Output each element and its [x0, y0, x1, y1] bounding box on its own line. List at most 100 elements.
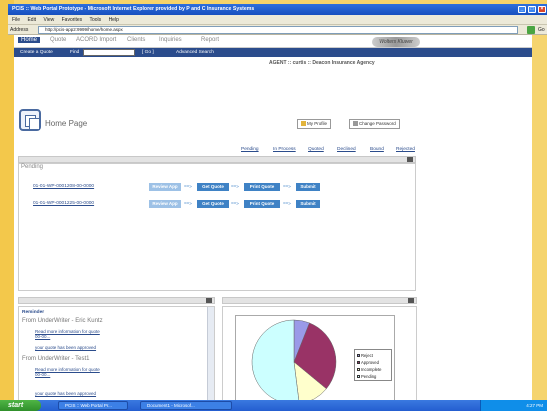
menu-bar: File Edit View Favorites Tools Help	[8, 15, 547, 25]
desktop-background-strip	[0, 0, 14, 411]
my-profile-label: My Profile	[307, 121, 328, 126]
print-quote-button[interactable]: Print Quote	[244, 183, 280, 191]
reminder-link[interactable]: your quote has been approved	[35, 345, 96, 350]
get-quote-button[interactable]: Get Quote	[197, 200, 229, 208]
menu-edit[interactable]: Edit	[27, 17, 36, 23]
agent-info: AGENT :: curtis :: Deacon Insurance Agen…	[269, 60, 375, 66]
reminder-link[interactable]: Read more information for quote 00-00...	[35, 367, 105, 377]
window-titlebar: PCIS :: Web Portal Prototype - Microsoft…	[8, 4, 547, 15]
review-app-button[interactable]: Review App	[149, 200, 181, 208]
chart-frame: Reject Approved Incomplete Pending	[235, 315, 395, 409]
go-button[interactable]: [ Go ]	[142, 48, 154, 57]
workflow-arrow: ==>	[283, 184, 291, 189]
legend-label: Reject	[361, 353, 373, 358]
print-quote-button[interactable]: Print Quote	[244, 200, 280, 208]
status-link-pending[interactable]: Pending	[241, 147, 259, 152]
find-label: Find	[70, 50, 80, 55]
status-link-rejected[interactable]: Rejected	[396, 147, 415, 152]
profile-icon	[301, 121, 306, 127]
collapse-icon[interactable]	[408, 298, 414, 303]
submit-button[interactable]: Submit	[296, 200, 320, 208]
minimize-icon[interactable]: _	[518, 6, 526, 13]
close-icon[interactable]: ×	[538, 6, 546, 13]
sub-nav: Create a Quote Find [ Go ] Advanced Sear…	[14, 48, 532, 57]
find-input[interactable]	[83, 49, 135, 56]
advanced-search-link[interactable]: Advanced Search	[176, 48, 214, 57]
tab-inquiries[interactable]: Inquiries	[159, 37, 182, 43]
workflow-arrow: ==>	[231, 184, 239, 189]
address-bar: Address http://pcis-app2:9999/home/home.…	[8, 25, 547, 35]
reminder-from: From UnderWriter - Test1	[22, 356, 90, 362]
browser-content: Home Quote ACORD Import Clients Inquirie…	[14, 35, 532, 411]
chart-legend: Reject Approved Incomplete Pending	[354, 349, 392, 381]
window-title: PCIS :: Web Portal Prototype - Microsoft…	[12, 6, 255, 12]
workflow-arrow: ==>	[231, 201, 239, 206]
lock-icon	[353, 121, 358, 127]
reminder-from: From UnderWriter - Eric Kuntz	[22, 318, 103, 324]
menu-help[interactable]: Help	[109, 17, 119, 23]
taskbar: start PCIS :: Web Portal Pr... Document1…	[0, 400, 547, 411]
legend-swatch	[357, 354, 360, 358]
taskbar-item-word[interactable]: Document1 - Microsof...	[140, 401, 232, 410]
quote-link[interactable]: 01-01-WP-0001225-00-0000	[33, 201, 94, 206]
go-arrow-icon[interactable]	[527, 26, 535, 34]
tab-clients[interactable]: Clients	[127, 37, 145, 43]
collapse-icon[interactable]	[407, 157, 413, 162]
legend-item: Reject	[357, 352, 389, 359]
create-quote-link[interactable]: Create a Quote	[20, 48, 53, 57]
reminder-link[interactable]: Read more information for quote 00-00...	[35, 329, 105, 339]
page-title: Home Page	[45, 119, 88, 128]
status-link-declined[interactable]: Declined	[337, 147, 356, 152]
submit-button[interactable]: Submit	[296, 183, 320, 191]
review-app-button[interactable]: Review App	[149, 183, 181, 191]
change-password-label: Change Password	[359, 121, 396, 126]
change-password-button[interactable]: Change Password	[349, 119, 400, 129]
go-label[interactable]: Go	[538, 25, 545, 35]
menu-tools[interactable]: Tools	[89, 17, 101, 23]
tab-quote[interactable]: Quote	[50, 37, 66, 43]
legend-swatch	[357, 375, 360, 379]
legend-swatch	[357, 368, 360, 372]
workflow-arrow: ==>	[283, 201, 291, 206]
system-tray: 4:27 PM	[480, 400, 547, 411]
menu-favorites[interactable]: Favorites	[62, 17, 83, 23]
legend-item: Pending	[357, 373, 389, 380]
start-button[interactable]: start	[0, 400, 41, 411]
pie-slice-pending	[251, 319, 300, 405]
get-quote-button[interactable]: Get Quote	[197, 183, 229, 191]
address-input[interactable]: http://pcis-app2:9999/home/home.aspx	[38, 26, 518, 34]
workflow-arrow: ==>	[184, 184, 192, 189]
collapse-icon[interactable]	[206, 298, 212, 303]
chart-panel-header	[222, 297, 417, 304]
status-link-in-process[interactable]: In Process	[273, 147, 296, 152]
menu-view[interactable]: View	[43, 17, 54, 23]
scrollbar[interactable]	[207, 307, 214, 410]
legend-item: Approved	[357, 359, 389, 366]
reminder-panel-header	[18, 297, 215, 304]
status-link-quoted[interactable]: Quoted	[308, 147, 324, 152]
legend-swatch	[357, 361, 360, 365]
quote-link[interactable]: 01-01-WP-0001208-00-0000	[33, 184, 94, 189]
tab-report[interactable]: Report	[201, 37, 219, 43]
legend-item: Incomplete	[357, 366, 389, 373]
pie-chart	[251, 319, 337, 405]
legend-label: Approved	[361, 360, 379, 365]
legend-label: Pending	[361, 374, 377, 379]
workflow-arrow: ==>	[184, 201, 192, 206]
status-link-bound[interactable]: Bound	[370, 147, 384, 152]
status-links: Pending In Process Quoted Declined Bound…	[241, 147, 521, 155]
reminder-link[interactable]: your quote has been approved	[35, 391, 96, 396]
taskbar-item-ie[interactable]: PCIS :: Web Portal Pr...	[58, 401, 128, 410]
chart-panel: Reject Approved Incomplete Pending	[222, 306, 417, 411]
pending-title: Pending	[21, 164, 44, 170]
clock: 4:27 PM	[526, 403, 543, 408]
pending-panel: Pending 01-01-WP-0001208-00-0000 Review …	[18, 163, 416, 291]
maximize-icon[interactable]: □	[528, 6, 536, 13]
home-page-icon	[19, 109, 41, 131]
tab-home[interactable]: Home	[18, 37, 41, 43]
tab-acord-import[interactable]: ACORD Import	[76, 37, 116, 43]
menu-file[interactable]: File	[12, 17, 20, 23]
my-profile-button[interactable]: My Profile	[297, 119, 332, 129]
reminder-panel: Reminder From UnderWriter - Eric Kuntz R…	[18, 306, 215, 411]
pending-panel-header	[18, 156, 416, 163]
